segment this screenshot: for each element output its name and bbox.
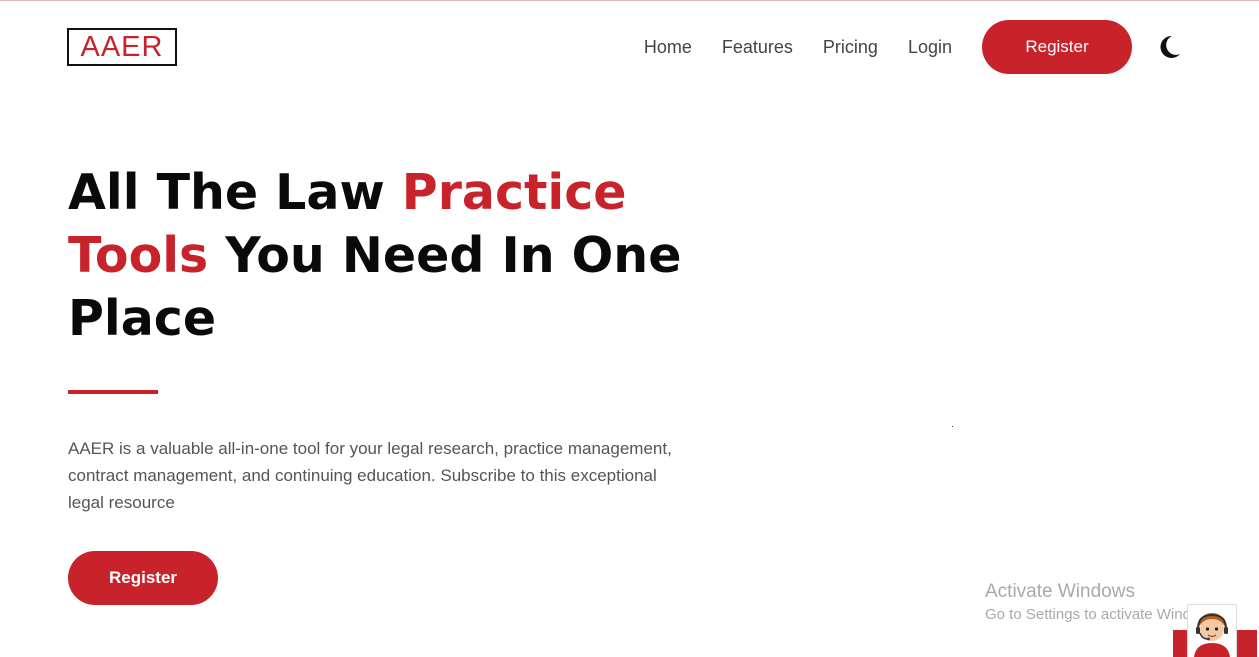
stray-dot [952, 426, 953, 427]
hero-title-part1: All The Law [68, 164, 402, 221]
support-agent-icon[interactable] [1187, 604, 1237, 657]
nav-link-home[interactable]: Home [644, 37, 692, 58]
hero-description: AAER is a valuable all-in-one tool for y… [68, 439, 672, 512]
nav-link-pricing[interactable]: Pricing [823, 37, 878, 58]
top-nav: Home Features Pricing Login Register [644, 20, 1182, 74]
nav-link-features[interactable]: Features [722, 37, 793, 58]
nav-link-login[interactable]: Login [908, 37, 952, 58]
logo-text: AAER [80, 30, 164, 63]
nav-register-button[interactable]: Register [982, 20, 1132, 74]
moon-icon[interactable] [1158, 34, 1182, 60]
chat-support-widget[interactable] [1173, 604, 1257, 657]
watermark-title: Activate Windows [985, 581, 1135, 602]
hero-divider [68, 390, 158, 394]
hero-register-button[interactable]: Register [68, 551, 218, 605]
brand-logo[interactable]: AAER [67, 28, 177, 66]
landing-page: AAER Home Features Pricing Login Registe… [0, 0, 1259, 657]
hero-title: All The Law Practice Tools You Need In O… [68, 161, 688, 350]
